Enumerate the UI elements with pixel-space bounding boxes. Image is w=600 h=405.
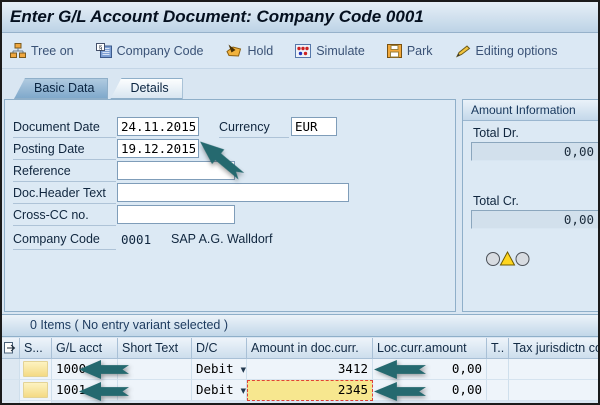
dc-dropdown[interactable]: Debit ▼ — [192, 380, 247, 401]
company-code-icon: § — [96, 43, 112, 58]
company-code-button[interactable]: § Company Code — [96, 43, 204, 58]
currency-label: Currency — [219, 118, 289, 138]
company-code-value: 0001 — [121, 230, 151, 249]
dc-value: Debit — [196, 382, 234, 397]
basic-data-panel: Document Date Currency Posting Date Refe… — [4, 99, 456, 312]
dropdown-icon: ▼ — [241, 387, 246, 395]
gray-circle-icon — [487, 253, 500, 266]
doc-header-text-label: Doc.Header Text — [13, 184, 116, 204]
column-header-status[interactable]: S... — [20, 338, 52, 359]
svg-text:§: § — [98, 44, 102, 51]
posting-date-input[interactable] — [117, 139, 199, 158]
total-dr-value: 0,00 — [471, 142, 599, 161]
gray-circle-icon — [516, 253, 529, 266]
row-status-cell[interactable] — [20, 359, 52, 380]
total-cr-label: Total Cr. — [473, 192, 519, 211]
sap-window: Enter G/L Account Document: Company Code… — [0, 0, 600, 405]
application-toolbar: Tree on § Company Code Hold Simulate Par… — [2, 33, 598, 69]
short-text-cell[interactable] — [118, 380, 192, 401]
document-date-input[interactable] — [117, 117, 199, 136]
tax-flag-cell[interactable] — [487, 380, 509, 401]
park-label: Park — [407, 44, 433, 58]
table-select-all-button[interactable] — [2, 338, 20, 359]
column-header-gl-acct[interactable]: G/L acct — [52, 338, 118, 359]
company-code-label: Company Code — [13, 230, 116, 250]
short-text-cell[interactable] — [118, 359, 192, 380]
status-traffic-lights — [485, 250, 531, 273]
park-icon — [387, 44, 402, 58]
amount-2345-arrow — [374, 382, 426, 401]
doc-header-text-input[interactable] — [117, 183, 349, 202]
row-selector[interactable] — [2, 359, 20, 380]
row-selector[interactable] — [2, 380, 20, 401]
simulate-icon — [295, 44, 311, 58]
dropdown-icon: ▼ — [241, 366, 246, 374]
tax-jurisdiction-cell[interactable] — [509, 359, 598, 380]
hold-label: Hold — [247, 44, 273, 58]
column-header-amount[interactable]: Amount in doc.curr. — [247, 338, 373, 359]
gl-acct-1001-arrow — [79, 382, 129, 401]
amount-information-title: Amount Information — [463, 100, 600, 121]
amount-3412-arrow — [374, 360, 426, 379]
dc-value: Debit — [196, 361, 234, 376]
tax-jurisdiction-cell[interactable] — [509, 380, 598, 401]
document-date-label: Document Date — [13, 118, 116, 138]
items-status-bar: 0 Items ( No entry variant selected ) — [2, 314, 598, 337]
status-button[interactable] — [23, 361, 48, 377]
simulate-label: Simulate — [316, 44, 365, 58]
yellow-triangle-icon — [501, 252, 515, 265]
tax-flag-cell[interactable] — [487, 359, 509, 380]
editing-options-button[interactable]: Editing options — [455, 44, 558, 58]
tabstrip: Basic Data Details — [14, 78, 183, 99]
pencil-icon — [455, 44, 471, 58]
amount-cell-focused[interactable]: 2345 — [247, 380, 373, 401]
company-code-label: Company Code — [117, 44, 204, 58]
row-status-cell[interactable] — [20, 380, 52, 401]
table-select-icon — [4, 342, 17, 354]
tree-on-button[interactable]: Tree on — [10, 43, 74, 58]
reference-label: Reference — [13, 162, 116, 182]
partial-table-row — [2, 401, 598, 405]
company-name-value: SAP A.G. Walldorf — [171, 230, 272, 249]
tab-basic-data[interactable]: Basic Data — [14, 78, 108, 99]
tree-on-label: Tree on — [31, 44, 74, 58]
column-header-dc[interactable]: D/C — [192, 338, 247, 359]
column-header-tax-jurisdiction[interactable]: Tax jurisdictn cod — [509, 338, 598, 359]
tree-icon — [10, 43, 26, 58]
total-dr-label: Total Dr. — [473, 124, 519, 143]
gl-acct-1000-arrow — [79, 360, 129, 379]
tab-details[interactable]: Details — [110, 78, 182, 99]
dc-dropdown[interactable]: Debit ▼ — [192, 359, 247, 380]
page-title: Enter G/L Account Document: Company Code… — [2, 2, 598, 33]
posting-date-label: Posting Date — [13, 140, 116, 160]
table-header-row: S... G/L acct Short Text D/C Amount in d… — [2, 338, 598, 359]
total-cr-value: 0,00 — [471, 210, 599, 229]
editing-options-label: Editing options — [476, 44, 558, 58]
column-header-short-text[interactable]: Short Text — [118, 338, 192, 359]
hold-button[interactable]: Hold — [225, 43, 273, 58]
currency-input[interactable] — [291, 117, 337, 136]
tab-details-label: Details — [130, 81, 168, 95]
park-button[interactable]: Park — [387, 44, 433, 58]
amount-information-panel: Amount Information Total Dr. 0,00 Total … — [462, 99, 600, 312]
hold-icon — [225, 43, 242, 58]
cross-cc-no-label: Cross-CC no. — [13, 206, 116, 226]
simulate-button[interactable]: Simulate — [295, 44, 365, 58]
column-header-loc-curr[interactable]: Loc.curr.amount — [373, 338, 487, 359]
column-header-tax-flag[interactable]: T.. — [487, 338, 509, 359]
cross-cc-no-input[interactable] — [117, 205, 235, 224]
amount-cell[interactable]: 3412 — [247, 359, 373, 380]
status-button[interactable] — [23, 382, 48, 398]
tab-basic-data-label: Basic Data — [34, 81, 94, 95]
